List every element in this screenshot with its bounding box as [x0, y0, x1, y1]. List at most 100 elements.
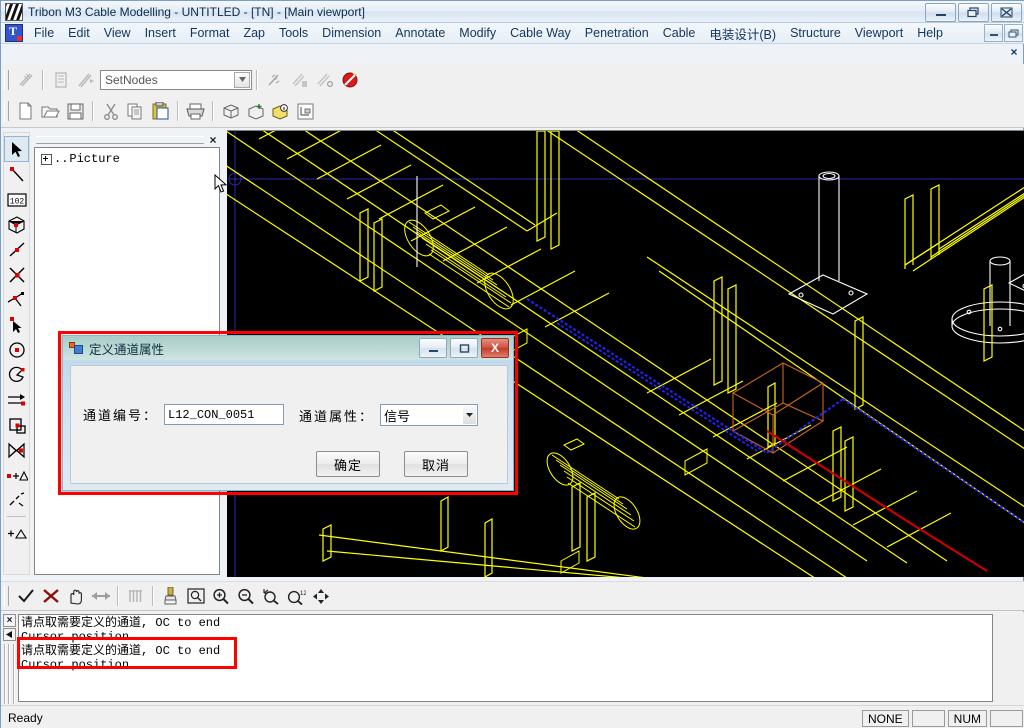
model-icon[interactable] [219, 100, 242, 122]
pan-hand-icon[interactable] [64, 585, 87, 607]
command-grip[interactable] [3, 644, 16, 704]
zoom-out-icon[interactable] [234, 585, 257, 607]
menu-edit[interactable]: Edit [61, 24, 97, 42]
cable-list-icon[interactable] [49, 69, 72, 91]
circle-center-tool[interactable] [5, 338, 28, 362]
mirror-tool[interactable] [5, 438, 28, 462]
menu-annotate[interactable]: Annotate [388, 24, 452, 42]
parallel-offset-tool[interactable] [5, 388, 28, 412]
paste-icon[interactable] [149, 100, 172, 122]
toolbar-grip[interactable] [4, 69, 9, 90]
standard-toolbar [1, 95, 1024, 128]
menu-insert[interactable]: Insert [138, 24, 183, 42]
menu-view[interactable]: View [97, 24, 138, 42]
confirm-check-icon[interactable] [14, 585, 37, 607]
line-point-tool[interactable] [5, 163, 28, 187]
tribon-document-icon[interactable] [5, 24, 23, 42]
command-scroll-left-button[interactable] [3, 628, 16, 641]
add-triangle-tool[interactable] [5, 521, 28, 545]
command-close-button[interactable]: × [3, 614, 16, 627]
menu-format[interactable]: Format [183, 24, 237, 42]
point-pick-tool[interactable] [5, 313, 28, 337]
open-folder-icon[interactable] [39, 100, 62, 122]
menu-file[interactable]: File [27, 24, 61, 42]
tree-item-picture[interactable]: .. Picture [41, 152, 219, 166]
point-plus-triangle-tool[interactable] [5, 463, 28, 487]
window-minimize-button[interactable] [925, 3, 956, 22]
action-separator-1 [117, 586, 119, 606]
menu-viewport[interactable]: Viewport [848, 24, 910, 42]
intersection-tool[interactable] [5, 263, 28, 287]
menu-penetration[interactable]: Penetration [578, 24, 656, 42]
dashed-line-tool[interactable] [5, 488, 28, 512]
fit-view-icon[interactable] [309, 585, 332, 607]
window-close-button[interactable] [991, 3, 1022, 22]
menu-modify[interactable]: Modify [452, 24, 503, 42]
model-add-icon[interactable] [244, 100, 267, 122]
cable-node-icon[interactable] [313, 69, 336, 91]
standard-toolbar-grip[interactable] [4, 101, 9, 121]
window-restore-button[interactable] [958, 3, 989, 22]
status-cell-none: NONE [862, 710, 909, 727]
copy-icon[interactable] [124, 100, 147, 122]
cancel-button[interactable]: 取消 [404, 451, 468, 477]
channel-property-label: 通道属性： [299, 408, 375, 424]
ok-button[interactable]: 确定 [316, 451, 380, 477]
print-icon[interactable] [184, 100, 207, 122]
new-file-icon[interactable] [14, 100, 37, 122]
cut-icon[interactable] [99, 100, 122, 122]
coordinate-102-tool[interactable]: 102 [5, 188, 28, 212]
chevron-down-icon[interactable] [463, 406, 477, 424]
grid-lines-icon[interactable] [124, 585, 147, 607]
zoom-selection-icon[interactable] [259, 585, 282, 607]
menu-help[interactable]: Help [910, 24, 950, 42]
cancel-x-icon[interactable] [39, 585, 62, 607]
menu-cable-way[interactable]: Cable Way [503, 24, 578, 42]
zoom-in-icon[interactable] [209, 585, 232, 607]
dialog-body: 通道编号： L12_CON_0051 通道属性： 信号 确定 取消 [70, 365, 508, 484]
move-arrows-icon[interactable] [89, 585, 112, 607]
dialog-close-button[interactable]: X [481, 338, 509, 358]
node-branch-tool[interactable] [5, 288, 28, 312]
status-message: Ready [8, 710, 43, 725]
dialog-maximize-button[interactable] [450, 338, 478, 358]
rectangle-corner-tool[interactable] [5, 413, 28, 437]
zoom-previous-icon[interactable]: 123 [284, 585, 307, 607]
dialog-minimize-button[interactable] [419, 338, 447, 358]
mode-combo[interactable]: SetNodes [100, 69, 252, 90]
select-arrow-tool[interactable] [4, 136, 29, 162]
cable-run-icon[interactable] [74, 69, 97, 91]
model-info-icon[interactable] [269, 100, 292, 122]
command-output[interactable]: 请点取需要定义的通道, OC to end Cursor position 请点… [18, 614, 993, 702]
mdi-restore-button[interactable] [1004, 24, 1023, 42]
cube-point-tool[interactable] [5, 213, 28, 237]
menu-electrical-design[interactable]: 电装设计(B) [702, 22, 783, 45]
menu-dimension[interactable]: Dimension [315, 24, 388, 42]
midpoint-tool[interactable] [5, 238, 28, 262]
cable-delete-icon[interactable] [338, 69, 361, 91]
cable-detail-icon[interactable] [288, 69, 311, 91]
window-controls [925, 3, 1022, 22]
channel-property-select[interactable]: 信号 [380, 404, 479, 426]
chevron-down-icon[interactable] [234, 71, 250, 88]
channel-number-input[interactable]: L12_CON_0051 [164, 404, 285, 425]
tree-panel-close-button[interactable]: × [206, 133, 220, 147]
expand-plus-icon[interactable] [41, 153, 52, 165]
paint-brush-icon[interactable] [159, 585, 182, 607]
define-channel-properties-dialog[interactable]: 定义通道属性 X 通道编号： L12_CON_0051 通道属性： 信号 确定 … [62, 335, 514, 491]
dialog-title: 定义通道属性 [89, 342, 165, 357]
menu-tools[interactable]: Tools [272, 24, 315, 42]
cable-check-icon[interactable] [263, 69, 286, 91]
save-icon[interactable] [64, 100, 87, 122]
cable-route-icon[interactable] [14, 69, 37, 91]
zoom-window-icon[interactable] [184, 585, 207, 607]
mdi-close-button[interactable]: × [1007, 45, 1021, 59]
arc-center-tool[interactable] [5, 363, 28, 387]
tree-panel-grip[interactable] [36, 136, 204, 144]
mdi-minimize-button[interactable] [984, 24, 1003, 42]
menu-cable[interactable]: Cable [656, 24, 703, 42]
menu-structure[interactable]: Structure [783, 24, 848, 42]
drawing-info-icon[interactable] [294, 100, 317, 122]
action-toolbar-grip[interactable] [4, 586, 9, 606]
menu-zap[interactable]: Zap [236, 24, 272, 42]
